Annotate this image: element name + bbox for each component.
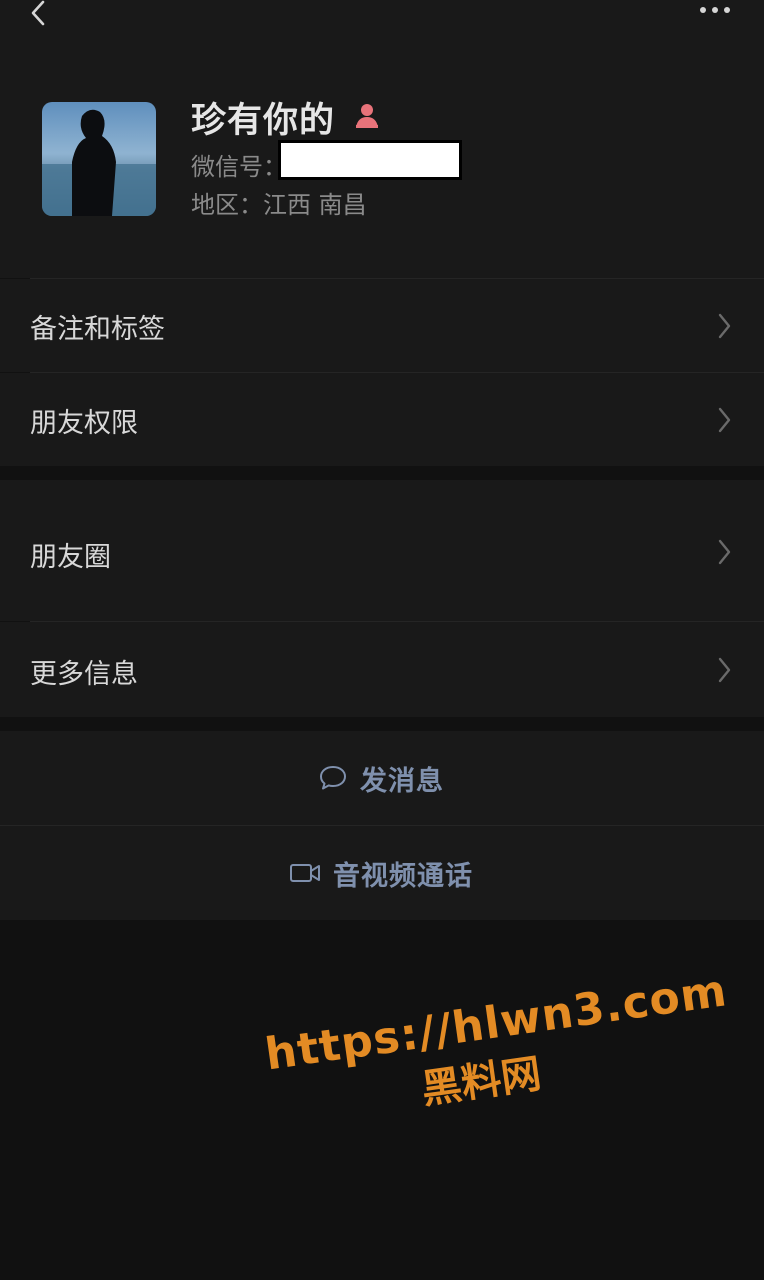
profile-header: 珍有你的 微信号： 地区：江西 南昌 — [0, 30, 764, 278]
video-call-label: 音视频通话 — [333, 860, 473, 892]
wechat-id-redaction — [278, 140, 462, 180]
navigation-bar — [0, 0, 764, 30]
contact-profile-page: 珍有你的 微信号： 地区：江西 南昌 备注和标签 朋友权限 朋友圈 更多信息 发… — [0, 0, 764, 1280]
region-text: 地区：江西 南昌 — [191, 191, 367, 219]
chevron-right-icon — [718, 657, 731, 683]
menu-item-label: 朋友圈 — [30, 542, 111, 573]
menu-item-label: 更多信息 — [30, 659, 138, 690]
section-gap — [0, 466, 764, 480]
menu-item-moments[interactable]: 朋友圈 — [0, 480, 764, 621]
send-message-label: 发消息 — [360, 765, 444, 797]
watermark: https://hlwn3.com 黑料网 — [262, 965, 730, 1169]
chat-bubble-icon — [320, 766, 346, 790]
section-gap — [0, 717, 764, 731]
female-icon — [356, 104, 378, 128]
more-icon[interactable] — [698, 4, 732, 16]
menu-item-label: 备注和标签 — [30, 314, 165, 345]
menu-item-remarks-tags[interactable]: 备注和标签 — [0, 279, 764, 372]
avatar[interactable] — [42, 102, 156, 216]
menu-item-label: 朋友权限 — [30, 408, 138, 439]
contact-name: 珍有你的 — [191, 101, 336, 141]
video-camera-icon — [290, 864, 320, 882]
chevron-right-icon — [718, 313, 731, 339]
send-message-button[interactable]: 发消息 — [0, 731, 764, 825]
chevron-right-icon — [718, 539, 731, 565]
menu-item-more-info[interactable]: 更多信息 — [0, 622, 764, 717]
menu-item-friend-permissions[interactable]: 朋友权限 — [0, 373, 764, 466]
wechat-id-label: 微信号： — [191, 153, 287, 181]
video-call-button[interactable]: 音视频通话 — [0, 826, 764, 920]
chevron-right-icon — [718, 407, 731, 433]
back-icon[interactable] — [26, 0, 50, 28]
